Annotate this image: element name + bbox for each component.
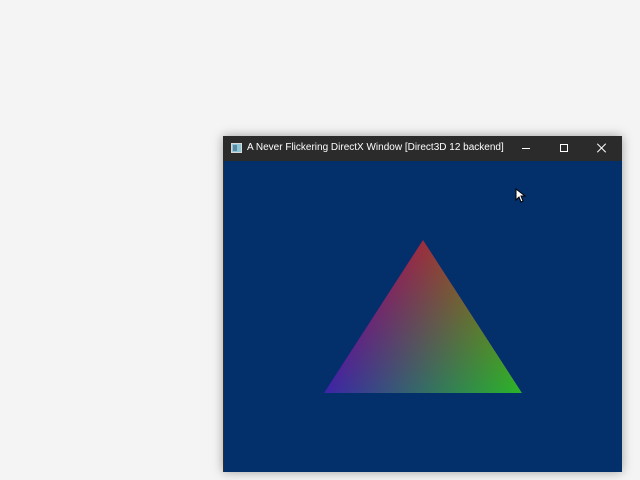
minimize-button[interactable] [507,136,545,161]
window-title: A Never Flickering DirectX Window [Direc… [247,142,504,153]
window-titlebar[interactable]: A Never Flickering DirectX Window [Direc… [223,136,622,161]
render-surface[interactable] [224,161,622,472]
minimize-icon [522,148,530,149]
mouse-cursor-icon [515,188,527,203]
maximize-button[interactable] [545,136,583,161]
directx-scene [224,161,622,472]
close-button[interactable] [583,136,621,161]
maximize-icon [560,144,568,152]
close-icon [597,143,607,153]
directx-window[interactable]: A Never Flickering DirectX Window [Direc… [223,136,622,472]
desktop-background: A Never Flickering DirectX Window [Direc… [0,0,640,480]
app-icon [231,143,242,153]
